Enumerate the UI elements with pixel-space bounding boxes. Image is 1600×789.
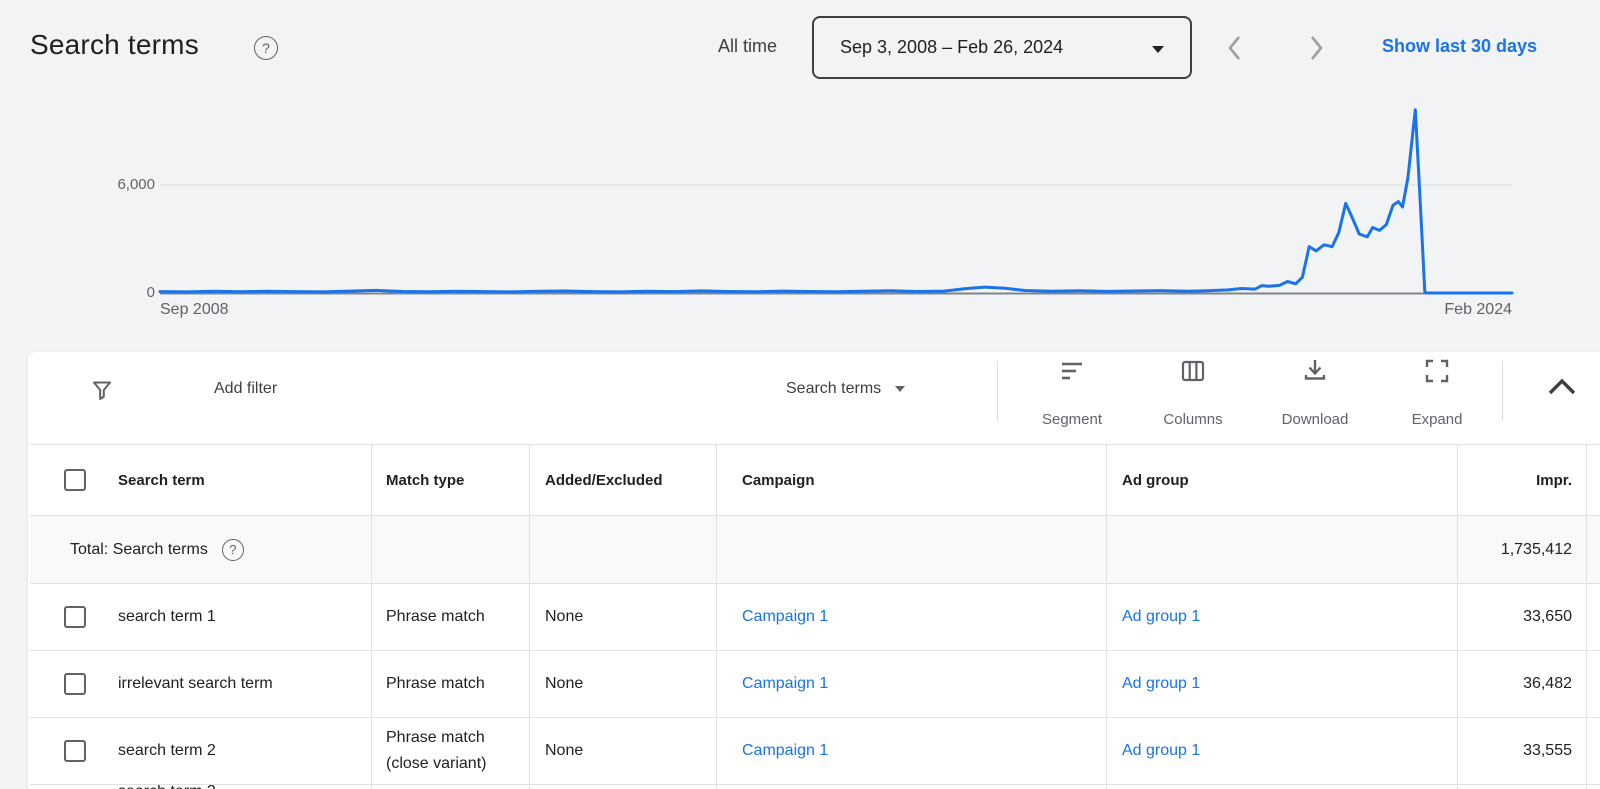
search-term-text: search term 1 <box>118 608 216 625</box>
chevron-up-icon <box>1548 378 1576 395</box>
ad-group-link[interactable]: Ad group 1 <box>1122 742 1200 760</box>
chevron-left-icon <box>1228 36 1241 60</box>
segment-button[interactable]: Segment <box>1020 358 1124 428</box>
time-scope-label: All time <box>718 36 778 56</box>
expand-label: Expand <box>1411 411 1463 428</box>
added-excluded-text: None <box>530 718 717 784</box>
added-excluded-text <box>530 785 717 789</box>
campaign-link[interactable]: Campaign 1 <box>742 675 828 693</box>
search-term-text: search term 2 <box>118 742 216 759</box>
date-range-selector[interactable]: Sep 3, 2008 – Feb 26, 2024 <box>812 16 1192 79</box>
filter-funnel-icon <box>93 381 111 400</box>
search-term-text: irrelevant search term <box>118 675 273 692</box>
chevron-down-icon <box>1152 46 1164 53</box>
download-button[interactable]: Download <box>1263 358 1367 428</box>
next-period-button[interactable] <box>1300 33 1330 63</box>
previous-period-button[interactable] <box>1221 33 1251 63</box>
ad-group-link[interactable]: Ad group 1 <box>1122 675 1200 693</box>
view-selector-label: Search terms <box>786 380 882 397</box>
table-header-row: Search term Match type Added/Excluded Ca… <box>30 444 1600 516</box>
search-terms-table: Search term Match type Added/Excluded Ca… <box>30 444 1600 789</box>
table-row: irrelevant search term Phrase match None… <box>30 651 1600 718</box>
chevron-down-icon <box>895 386 906 392</box>
toolbar-divider <box>1502 361 1503 421</box>
impressions-value <box>1458 785 1587 789</box>
help-icon[interactable]: ? <box>221 538 244 561</box>
columns-label: Columns <box>1163 411 1223 428</box>
toolbar-divider <box>997 361 998 421</box>
segment-label: Segment <box>1041 411 1103 428</box>
collapse-table-button[interactable] <box>1544 372 1580 402</box>
row-checkbox[interactable] <box>64 740 86 762</box>
columns-icon <box>1181 360 1205 382</box>
search-terms-report: 6,000 0 Sep 2008 Feb 2024 Search terms ?… <box>0 0 1600 789</box>
help-icon[interactable]: ? <box>254 36 278 60</box>
date-range-value: Sep 3, 2008 – Feb 26, 2024 <box>840 37 1064 57</box>
columns-button[interactable]: Columns <box>1141 358 1245 428</box>
row-checkbox[interactable] <box>64 673 86 695</box>
column-header-campaign: Campaign <box>717 445 1107 515</box>
match-type-text: Phrase match <box>372 584 530 650</box>
table-body: search term 1 Phrase match None Campaign… <box>30 584 1600 789</box>
column-header-ad-group: Ad group <box>1107 445 1458 515</box>
added-excluded-text: None <box>530 651 717 717</box>
column-header-impressions: Impr. <box>1458 445 1587 515</box>
download-icon <box>1304 360 1326 380</box>
y-axis-tick-0: 0 <box>146 284 155 301</box>
table-row: search term 1 Phrase match None Campaign… <box>30 584 1600 651</box>
expand-icon <box>1425 359 1449 383</box>
y-axis-tick-6000: 6,000 <box>117 176 155 193</box>
column-header-search-term: Search term <box>118 471 205 489</box>
column-header-match-type: Match type <box>372 445 530 515</box>
x-axis-label-end: Feb 2024 <box>1444 301 1512 318</box>
impressions-line-chart <box>158 108 1514 295</box>
match-type-text <box>372 785 530 789</box>
impressions-value: 33,650 <box>1458 584 1587 650</box>
expand-button[interactable]: Expand <box>1385 358 1489 428</box>
download-label: Download <box>1281 411 1349 428</box>
campaign-link[interactable]: Campaign 1 <box>742 742 828 760</box>
table-row: search term 2 Phrase match (close varian… <box>30 718 1600 785</box>
match-type-text: Phrase match <box>372 651 530 717</box>
search-term-text: search term 3 <box>118 785 216 789</box>
row-checkbox[interactable] <box>64 606 86 628</box>
campaign-link[interactable]: Campaign 1 <box>742 608 828 626</box>
total-row-label: Total: Search terms <box>70 540 208 558</box>
select-all-checkbox[interactable] <box>64 469 86 491</box>
total-impressions: 1,735,412 <box>1458 516 1587 583</box>
segment-icon <box>1062 362 1082 380</box>
column-header-added-excluded: Added/Excluded <box>530 445 717 515</box>
impressions-value: 36,482 <box>1458 651 1587 717</box>
added-excluded-text: None <box>530 584 717 650</box>
filter-button[interactable] <box>86 374 118 406</box>
add-filter-button[interactable]: Add filter <box>214 380 277 398</box>
table-row: search term 3 <box>30 785 1600 789</box>
x-axis-label-start: Sep 2008 <box>160 301 229 318</box>
match-type-text: Phrase match (close variant) <box>372 718 530 784</box>
view-selector-dropdown[interactable]: Search terms <box>786 380 906 398</box>
ad-group-link[interactable]: Ad group 1 <box>1122 608 1200 626</box>
show-last-30-days-link[interactable]: Show last 30 days <box>1382 36 1537 57</box>
impressions-value: 33,555 <box>1458 718 1587 784</box>
total-row: Total: Search terms ? 1,735,412 <box>30 516 1600 584</box>
chevron-right-icon <box>1310 36 1323 60</box>
page-title: Search terms <box>30 29 199 60</box>
